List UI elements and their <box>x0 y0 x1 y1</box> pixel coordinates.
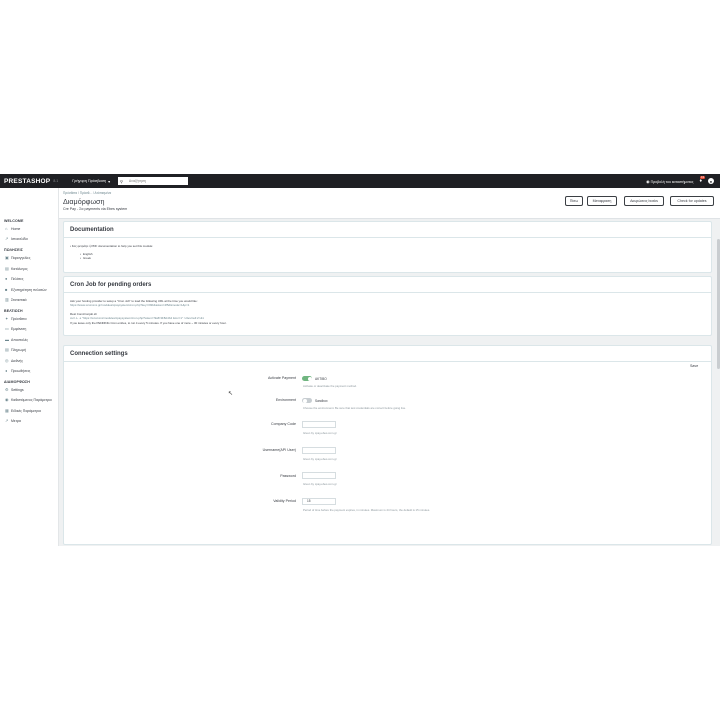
documentation-intro: • Σας φετράζει ή PDF documentation to he… <box>70 244 154 248</box>
eye-icon: ◉ <box>646 178 650 184</box>
sidebar-item-εξυπηρέτηση-πελατών[interactable]: ■ Εξυπηρέτηση πελατών <box>0 287 58 292</box>
environment-toggle[interactable] <box>302 398 312 403</box>
sidebar-item-label: Μετρα <box>11 419 21 424</box>
sidebar-item-label: Εξυπηρέτηση πελατών <box>11 287 47 292</box>
validity-period-input[interactable]: 15 <box>302 498 336 505</box>
sidebar-item-κατάλογος[interactable]: ▤ Κατάλογος <box>0 266 58 271</box>
search-icon[interactable]: ⚲ <box>120 179 123 184</box>
environment-state: Sandbox <box>315 398 328 403</box>
sidebar-item-label: Αποστολές <box>11 337 29 342</box>
sidebar-item-παραγγελίες[interactable]: ▣ Παραγγελίες <box>0 256 58 261</box>
main-content: Documentation • Σας φετράζει ή PDF docum… <box>59 219 720 546</box>
sidebar-item-καθιστάμενος-παράμετροι[interactable]: ◉ Καθιστάμενος Παράμετροι <box>0 398 58 403</box>
top-navbar: PRESTASHOP 8.1 Γρήγορη Πρόσβαση ▾ ⚲ ◉ Πρ… <box>0 174 720 188</box>
check-updates-button[interactable]: Check for updates <box>670 196 714 206</box>
sidebar-item-label: Καθιστάμενος Παράμετροι <box>11 398 52 403</box>
mouse-cursor-icon: ↖ <box>228 391 234 397</box>
page-title: Διαμόρφωση <box>63 197 105 206</box>
company-code-input[interactable] <box>302 421 336 428</box>
search-box[interactable]: ⚲ <box>117 177 188 185</box>
cron-heading: Cron Job for pending orders <box>70 282 152 288</box>
page-subtitle: Cre Pay - Σα payments via Ebes system <box>63 207 128 211</box>
environment-help: Choose the environment. Be sure that tes… <box>303 405 406 410</box>
translate-button[interactable]: Μεταφραση <box>587 196 617 206</box>
quick-access-dropdown[interactable]: Γρήγορη Πρόσβαση ▾ <box>72 179 110 184</box>
activate-payment-help: Activate or deactivate the payment metho… <box>303 383 357 388</box>
search-input[interactable] <box>128 178 179 184</box>
page-header: Πρόσθετα / Πρόσθ... / Ατόπισμένα Διαμόρφ… <box>59 188 720 219</box>
sidebar-item-πελάτες[interactable]: ● Πελάτες <box>0 277 58 282</box>
view-store-link[interactable]: ◉ Προβολή του καταστήματος <box>646 179 693 184</box>
sidebar-item-settings[interactable]: ⚙ Settings <box>0 387 58 392</box>
sidebar-item-label: Παραγγελίες <box>11 256 31 261</box>
manage-hooks-button[interactable]: Ακυρώσεις boxks <box>624 196 664 206</box>
sidebar: WELCOME ⌂ Home ↗ Ιστοσελίδα ΠΩΛΗΣΕΙΣ ▣ Παραγγελ… <box>0 188 59 546</box>
sidebar-item-label: Προωθήσεις <box>11 368 31 373</box>
sidebar-item-μετρα[interactable]: ↗ Μετρα <box>0 419 58 424</box>
notifications-badge: 13 <box>700 176 705 179</box>
sidebar-item-label: Settings <box>11 387 24 392</box>
sidebar-item-πληρωμή[interactable]: ▤ Πληρωμή <box>0 348 58 353</box>
sidebar-item-στατιστικά[interactable]: ▥ Στατιστικά <box>0 297 58 302</box>
documentation-heading: Documentation <box>70 227 114 233</box>
account-avatar[interactable]: ● <box>708 178 714 184</box>
connection-settings-panel: Connection settings Activate Payment ΑΚΤ… <box>63 345 712 545</box>
sidebar-item-home[interactable]: ⌂ Home <box>0 227 58 232</box>
username-input[interactable] <box>302 447 336 454</box>
sidebar-item-εμφάνιση[interactable]: ▭ Εμφάνιση <box>0 327 58 332</box>
sidebar-item-label: Διεθνής <box>11 358 24 363</box>
username-label: Username(API User) <box>262 448 296 452</box>
sidebar-item-ιστοσελίδα[interactable]: ↗ Ιστοσελίδα <box>0 237 58 242</box>
sidebar-section-title: ΔΙΑΜΟΡΦΩΣΗ <box>4 379 30 384</box>
company-code-help: Given by cpay.ebes.com.gr <box>303 431 337 435</box>
scrollbar[interactable] <box>716 219 720 546</box>
view-store-label: Προβολή του καταστήματος <box>650 179 694 184</box>
save-button[interactable]: Save <box>690 364 698 368</box>
company-code-label: Company Code <box>271 422 296 426</box>
sidebar-item-ειδικές-παράμετροι[interactable]: ▦ Ειδικές Παράμετροι <box>0 408 58 413</box>
sidebar-section-title: ΠΩΛΗΣΕΙΣ <box>4 248 23 253</box>
sidebar-item-label: Ιστοσελίδα <box>11 237 28 242</box>
quick-access-label: Γρήγορη Πρόσβαση <box>72 179 107 183</box>
sidebar-item-διεθνής[interactable]: ◎ Διεθνής <box>0 358 58 363</box>
sidebar-item-label: Εμφάνιση <box>11 327 27 332</box>
sidebar-item-label: Πρόσθετα <box>11 316 27 321</box>
cron-url: https://www.xxxxxxxx.gr/modules/cpaysyst… <box>70 303 190 307</box>
documentation-panel: Documentation • Σας φετράζει ή PDF docum… <box>63 221 712 273</box>
doc-link-greek[interactable]: Greek <box>80 256 91 260</box>
sidebar-section-title: WELCOME <box>4 219 24 223</box>
version-label: 8.1 <box>53 179 59 183</box>
activate-payment-label: Activate Payment <box>268 376 296 380</box>
environment-label: Environment <box>275 398 296 402</box>
cron-command: curl -L -s "https://xxxxxxxx/modules/cpa… <box>70 316 204 320</box>
validity-period-label: Validity Period <box>273 499 296 503</box>
notifications-bell-icon[interactable]: ♦ 13 <box>699 176 705 184</box>
breadcrumb[interactable]: Πρόσθετα / Πρόσθ... / Ατόπισμένα <box>63 191 111 195</box>
cron-text-5: If you leave only the PENDING Cron entri… <box>70 321 227 325</box>
sidebar-item-προωθήσεις[interactable]: ◂ Προωθήσεις <box>0 368 58 373</box>
password-label: Password <box>280 474 296 478</box>
username-help: Given by cpay.ebes.com.gr <box>303 457 337 461</box>
activate-payment-toggle[interactable] <box>302 376 312 381</box>
back-button[interactable]: Πίσω <box>565 196 583 206</box>
sidebar-item-label: Πληρωμή <box>11 348 26 353</box>
password-input[interactable] <box>302 472 336 479</box>
browser-viewport: PRESTASHOP 8.1 Γρήγορη Πρόσβαση ▾ ⚲ ◉ Πρ… <box>0 174 720 546</box>
sidebar-item-label: Στατιστικά <box>11 297 27 302</box>
prestashop-logo[interactable]: PRESTASHOP <box>4 178 50 185</box>
sidebar-section-title: ΒΕΛΤΙΩΣΗ <box>4 308 23 313</box>
caret-down-icon: ▾ <box>108 179 110 184</box>
activate-payment-state: ΑΚΤΙΒΟ <box>315 376 327 381</box>
cron-panel: Cron Job for pending orders Ask your hos… <box>63 276 712 336</box>
sidebar-item-label: Κατάλογος <box>11 266 28 271</box>
connection-heading: Connection settings <box>70 351 128 357</box>
password-help: Given by cpay.ebes.com.gr <box>303 482 337 486</box>
sidebar-item-label: Ειδικές Παράμετροι <box>11 408 42 413</box>
sidebar-item-αποστολές[interactable]: ▬ Αποστολές <box>0 337 58 342</box>
validity-period-help: Period of time before the payment expire… <box>303 508 431 512</box>
sidebar-item-label: Home <box>11 227 21 231</box>
scrollbar-thumb[interactable] <box>716 239 720 369</box>
sidebar-item-πρόσθετα[interactable]: ✦ Πρόσθετα <box>0 316 58 321</box>
sidebar-item-label: Πελάτες <box>11 277 24 282</box>
